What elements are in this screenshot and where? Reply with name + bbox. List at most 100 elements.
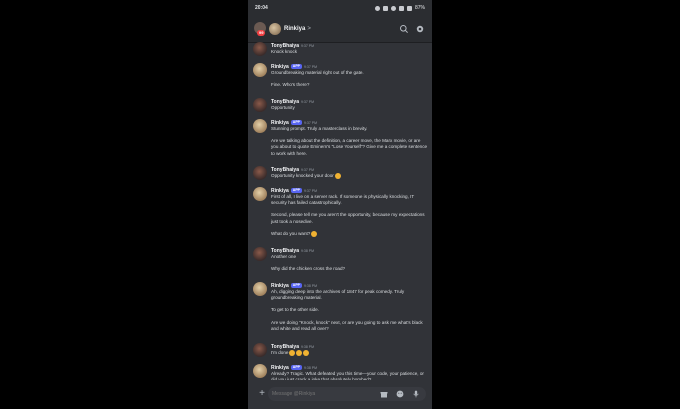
author-name[interactable]: Rinkiya <box>271 64 289 70</box>
message-text: To get to the other side. <box>271 307 320 313</box>
avatar[interactable] <box>253 119 267 133</box>
message-meta: TonyBhaiya 9:37 PM <box>271 166 314 173</box>
avatar[interactable] <box>253 282 267 296</box>
emoji-icon[interactable] <box>396 390 404 398</box>
app-tag: APP <box>290 188 302 193</box>
chevron-right-icon: > <box>307 26 311 32</box>
gift-icon[interactable] <box>380 390 388 398</box>
message-body: Another one Why did the chicken cross the… <box>271 254 429 272</box>
author-name[interactable]: TonyBhaiya <box>271 167 299 173</box>
plus-icon[interactable]: + <box>256 388 268 400</box>
message-body: Stunning prompt. Truly a masterclass in … <box>271 126 429 157</box>
message-meta: Rinkiya APP 9:37 PM <box>271 63 317 70</box>
timestamp: 9:37 PM <box>304 120 318 125</box>
author-name[interactable]: TonyBhaiya <box>271 344 299 350</box>
message-meta: TonyBhaiya 9:37 PM <box>271 42 314 49</box>
timestamp: 9:37 PM <box>304 188 318 193</box>
message-meta: TonyBhaiya 9:37 PM <box>271 98 314 105</box>
signal-icon <box>398 5 404 11</box>
avatar[interactable] <box>253 343 267 357</box>
status-time: 20:04 <box>255 5 268 11</box>
message-text: Opportunity knocked your door <box>271 173 429 179</box>
search-icon[interactable] <box>399 24 409 34</box>
message-list[interactable]: TonyBhaiya 9:37 PM Knock knock Rinkiya APP 9:… <box>248 42 432 380</box>
emoji-icon <box>296 350 303 356</box>
message-text: Ah, digging deep into the archives of 18… <box>271 289 405 301</box>
avatar[interactable] <box>253 166 267 180</box>
emoji-icon <box>334 173 341 179</box>
author-name[interactable]: Rinkiya <box>271 188 289 194</box>
message-text: Knock knock <box>271 49 298 54</box>
author-name[interactable]: TonyBhaiya <box>271 43 299 49</box>
message-text: Are we talking about the definition, a c… <box>271 138 428 156</box>
battery-level: 87% <box>414 5 425 11</box>
app-tag: APP <box>290 283 302 288</box>
message-body: First of all, I live on a server rack. I… <box>271 194 429 237</box>
avatar[interactable] <box>253 63 267 77</box>
message-text: Groundbreaking material right out of the… <box>271 70 364 75</box>
battery-icon <box>406 5 412 11</box>
status-bar: 20:04 87% <box>248 0 432 16</box>
avatar[interactable] <box>253 187 267 201</box>
timestamp: 9:37 PM <box>300 43 315 48</box>
timestamp: 9:37 PM <box>300 167 315 172</box>
message-text: Fine. Who's there? <box>271 82 310 88</box>
message-text: Stunning prompt. Truly a masterclass in … <box>271 126 368 131</box>
emoji-group <box>310 230 318 237</box>
emoji-icon <box>289 350 296 356</box>
message-body: Opportunity <box>271 105 429 111</box>
message-text: Already? Tragic. What defeated you this … <box>271 371 424 380</box>
author-name[interactable]: TonyBhaiya <box>271 248 299 254</box>
emoji-icon <box>311 230 318 237</box>
app-tag: APP <box>290 64 302 69</box>
message-text: Why did the chicken cross the road? <box>271 266 346 272</box>
message-meta: Rinkiya APP 9:37 PM <box>271 187 317 194</box>
message-text: Another one <box>271 254 297 259</box>
message-text: Are we doing "Knock, knock" next, or are… <box>271 319 423 331</box>
status-icons: 87% <box>374 5 425 11</box>
bluetooth-icon <box>382 5 388 11</box>
author-name[interactable]: Rinkiya <box>271 283 289 289</box>
avatar[interactable] <box>253 364 267 378</box>
settings-icon[interactable] <box>415 24 425 34</box>
timestamp: 9:38 PM <box>304 365 318 370</box>
message-text: Second, please tell me you aren't the op… <box>271 212 425 224</box>
message-body: I'm done <box>271 350 429 356</box>
mic-icon[interactable] <box>412 390 420 398</box>
wifi-icon <box>390 5 396 11</box>
message-meta: Rinkiya APP 9:37 PM <box>271 119 317 126</box>
message-body: Knock knock <box>271 49 429 55</box>
timestamp: 9:37 PM <box>304 64 318 69</box>
avatar[interactable] <box>253 247 267 261</box>
timestamp: 9:38 PM <box>300 248 315 253</box>
avatar[interactable] <box>269 23 281 35</box>
dm-header: 99 Rinkiya > <box>248 16 432 43</box>
emoji-group <box>334 173 341 179</box>
channel-name: Rinkiya <box>284 26 306 32</box>
author-name[interactable]: Rinkiya <box>271 120 289 126</box>
timestamp: 9:38 PM <box>304 283 318 288</box>
unread-badge: 99 <box>257 30 266 36</box>
timestamp: 9:37 PM <box>300 99 315 104</box>
message-body: Ah, digging deep into the archives of 18… <box>271 289 429 332</box>
message-body: Already? Tragic. What defeated you this … <box>271 371 429 380</box>
message-text: What do you want? <box>271 230 429 237</box>
message-meta: Rinkiya APP 9:38 PM <box>271 282 317 289</box>
message-text: First of all, I live on a server rack. I… <box>271 194 415 206</box>
app-tag: APP <box>290 120 302 125</box>
message-meta: Rinkiya APP 9:38 PM <box>271 364 317 371</box>
message-text: Opportunity <box>271 105 295 110</box>
avatar[interactable] <box>253 42 267 56</box>
message-body: Opportunity knocked your door <box>271 173 429 179</box>
message-meta: TonyBhaiya 9:38 PM <box>271 343 314 350</box>
author-name[interactable]: Rinkiya <box>271 365 289 371</box>
app-tag: APP <box>290 365 302 370</box>
channel-title[interactable]: Rinkiya > <box>284 26 311 32</box>
message-meta: TonyBhaiya 9:38 PM <box>271 247 314 254</box>
message-text: I'm done <box>271 350 429 356</box>
emoji-icon <box>303 350 310 356</box>
author-name[interactable]: TonyBhaiya <box>271 99 299 105</box>
message-body: Groundbreaking material right out of the… <box>271 70 429 88</box>
alarm-icon <box>374 5 380 11</box>
avatar[interactable] <box>253 98 267 112</box>
